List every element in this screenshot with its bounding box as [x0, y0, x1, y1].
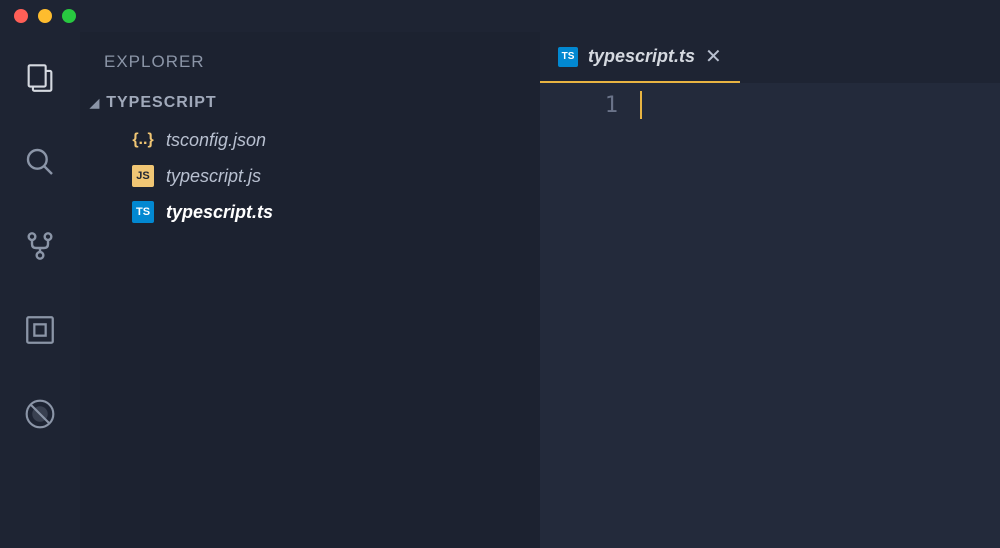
editor-cursor	[640, 91, 642, 119]
editor-content[interactable]: 1	[540, 83, 1000, 548]
ts-icon: TS	[558, 47, 578, 67]
folder-header[interactable]: ◢ TYPESCRIPT	[80, 90, 540, 122]
file-name: typescript.ts	[166, 202, 273, 223]
tab-bar: TS typescript.ts ✕	[540, 32, 1000, 83]
source-control-icon[interactable]	[22, 228, 58, 264]
window-titlebar	[0, 0, 1000, 32]
tab-typescript-ts[interactable]: TS typescript.ts ✕	[540, 32, 740, 83]
sidebar-explorer: EXPLORER ◢ TYPESCRIPT {..} tsconfig.json…	[80, 32, 540, 548]
explorer-icon[interactable]	[22, 60, 58, 96]
file-name: tsconfig.json	[166, 130, 266, 151]
tab-label: typescript.ts	[588, 46, 695, 67]
file-list: {..} tsconfig.json JS typescript.js TS t…	[80, 122, 540, 230]
folder-name: TYPESCRIPT	[106, 94, 216, 112]
file-item-typescript-js[interactable]: JS typescript.js	[80, 158, 540, 194]
code-area[interactable]	[640, 83, 1000, 548]
extensions-icon[interactable]	[22, 396, 58, 432]
main-layout: EXPLORER ◢ TYPESCRIPT {..} tsconfig.json…	[0, 32, 1000, 548]
editor-area: TS typescript.ts ✕ 1	[540, 32, 1000, 548]
ts-icon: TS	[132, 201, 154, 223]
activity-bar	[0, 32, 80, 548]
js-icon: JS	[132, 165, 154, 187]
file-item-tsconfig[interactable]: {..} tsconfig.json	[80, 122, 540, 158]
file-item-typescript-ts[interactable]: TS typescript.ts	[80, 194, 540, 230]
close-icon[interactable]: ✕	[705, 44, 722, 69]
window-minimize-icon[interactable]	[38, 9, 52, 23]
window-maximize-icon[interactable]	[62, 9, 76, 23]
debug-icon[interactable]	[22, 312, 58, 348]
file-name: typescript.js	[166, 166, 261, 187]
chevron-down-icon: ◢	[90, 96, 100, 110]
sidebar-title: EXPLORER	[80, 32, 540, 90]
window-close-icon[interactable]	[14, 9, 28, 23]
json-icon: {..}	[132, 129, 154, 151]
line-number: 1	[540, 93, 618, 118]
search-icon[interactable]	[22, 144, 58, 180]
line-gutter: 1	[540, 83, 640, 548]
